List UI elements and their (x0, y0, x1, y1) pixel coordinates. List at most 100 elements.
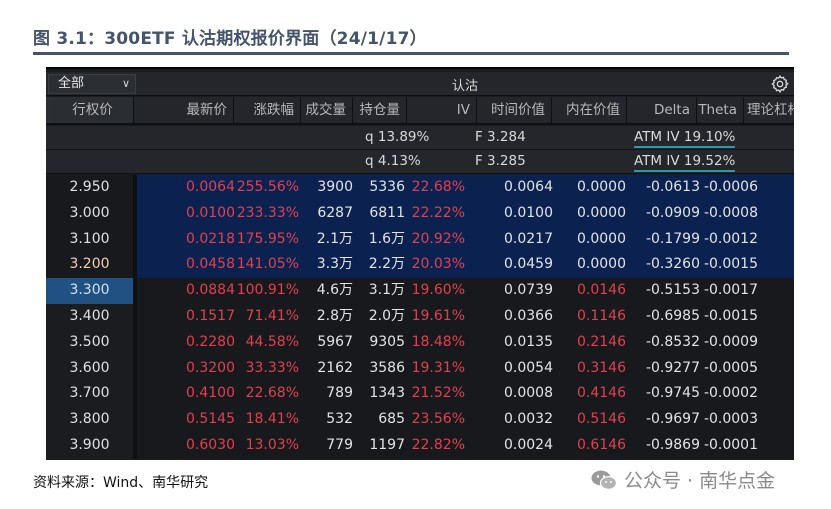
cell-delta: -0.8532 (645, 333, 700, 350)
header-time-value[interactable]: 时间价值 (477, 97, 552, 123)
strike-cell[interactable]: 3.600 (46, 355, 134, 382)
cell-change: 175.95% (236, 230, 299, 247)
cell-intrinsic: 0.2146 (577, 333, 626, 350)
header-volume[interactable]: 成交量 (301, 97, 353, 123)
header-iv[interactable]: IV (407, 97, 477, 123)
row-cells: 0.6030 13.03% 779 1197 22.82% 0.0024 0.6146 -0.… (137, 432, 794, 459)
cell-time-value: 0.0032 (504, 411, 553, 428)
cell-last: 0.3200 (186, 359, 235, 376)
cell-oi: 1197 (369, 436, 405, 453)
row-cells: 0.0458 141.05% 3.3万 2.2万 20.03% 0.0459 0.0000 -… (137, 252, 795, 279)
cell-iv: 22.68% (411, 179, 465, 195)
cell-delta: -0.9869 (645, 436, 700, 453)
header-theta[interactable]: Theta (697, 97, 744, 123)
filter-value: 全部 (58, 76, 85, 91)
cell-leverage: -29.88 (758, 201, 795, 227)
cell-time-value: 0.0024 (504, 436, 553, 453)
table-row[interactable]: 2.950 0.0064 255.56% 3900 5336 22.68% 0.0064 0.… (46, 175, 794, 201)
cell-time-value: 0.0064 (504, 179, 553, 195)
cell-time-value: 0.0054 (504, 359, 553, 376)
cell-volume: 3900 (317, 179, 353, 195)
cell-leverage: -27.11 (758, 227, 795, 253)
summary-atm-iv[interactable]: ATM IV 19.52% (634, 153, 736, 172)
cell-leverage: -9.53 (758, 356, 794, 382)
table-row[interactable]: 3.500 0.2280 44.58% 5967 9305 18.48% 0.0135 0.2… (46, 329, 794, 356)
cell-theta: -0.0012 (703, 230, 758, 247)
table-row[interactable]: 3.700 0.4100 22.68% 789 1343 21.52% 0.0008 0.41… (46, 381, 794, 408)
cell-time-value: 0.0008 (504, 385, 553, 402)
row-cells: 0.0100 233.33% 6287 6811 22.22% 0.0100 0.0000-… (137, 200, 795, 227)
cell-iv: 21.52% (411, 385, 465, 402)
cell-intrinsic: 0.6146 (577, 436, 626, 453)
summary-forward: F 3.285 (475, 153, 526, 169)
cell-iv: 20.03% (411, 256, 465, 273)
cell-leverage: -23.39 (758, 252, 795, 278)
summary-atm-iv[interactable]: ATM IV 19.10% (634, 129, 736, 148)
option-quote-panel: 全部 ∨ 认沽 行权价 最新价 涨跌幅 成交量 持仓量 IV 时间价值 内在价值… (46, 69, 794, 460)
strike-cell[interactable]: 2.950 (46, 175, 134, 201)
cell-volume: 2162 (317, 359, 353, 376)
strike-cell[interactable]: 3.400 (46, 303, 134, 330)
table-row[interactable]: 3.300 0.0884 100.91% 4.6万 3.1万 19.60% 0.0739 0.… (46, 278, 794, 304)
cell-oi: 3.1万 (368, 282, 405, 299)
cell-theta: -0.0002 (703, 385, 758, 402)
cell-leverage: -15.13 (758, 304, 795, 330)
strike-cell[interactable]: 3.200 (46, 252, 134, 279)
strike-cell[interactable]: 3.300 (46, 278, 134, 304)
cell-iv: 19.31% (411, 359, 465, 376)
cell-last: 0.0064 (186, 179, 235, 195)
header-open-interest[interactable]: 持仓量 (353, 97, 407, 123)
header-last[interactable]: 最新价 (134, 97, 234, 123)
figure-source: 资料来源：Wind、南华研究 (33, 475, 209, 491)
table-row[interactable]: 3.900 0.6030 13.03% 779 1197 22.82% 0.0024 0.61… (46, 432, 794, 459)
cell-oi: 2.2万 (368, 256, 405, 273)
table-row[interactable]: 3.000 0.0100 233.33% 6287 6811 22.22% 0.0100 0.… (46, 200, 795, 227)
cell-delta: -0.5153 (645, 282, 700, 299)
cell-change: 141.05% (236, 256, 299, 273)
cell-oi: 2.0万 (368, 307, 405, 324)
table-row[interactable]: 3.200 0.0458 141.05% 3.3万 2.2万 20.03% 0.0459 0.… (46, 252, 795, 279)
cell-oi: 9305 (369, 333, 405, 350)
table-row[interactable]: 3.100 0.0218 175.95% 2.1万 1.6万 20.92% 0.0217 0.… (46, 226, 795, 253)
table-row[interactable]: 3.600 0.3200 33.33% 2162 3586 19.31% 0.0054 0.3… (46, 355, 794, 382)
cell-volume: 6287 (317, 204, 353, 221)
header-delta[interactable]: Delta (627, 97, 697, 123)
strike-cell[interactable]: 3.500 (46, 329, 134, 356)
cell-iv: 22.22% (411, 204, 465, 221)
strike-cell[interactable]: 3.100 (46, 226, 134, 253)
cell-time-value: 0.0217 (504, 230, 553, 247)
gear-icon[interactable] (770, 74, 790, 94)
cell-volume: 3.3万 (316, 256, 353, 273)
strike-cell[interactable]: 3.900 (46, 432, 134, 459)
cell-theta: -0.0001 (703, 436, 758, 453)
header-strike[interactable]: 行权价 (52, 97, 134, 123)
header-leverage[interactable]: 理论杠杆 (744, 97, 794, 123)
cell-delta: -0.0613 (645, 179, 700, 195)
cell-change: 33.33% (245, 359, 299, 376)
cell-change: 71.41% (245, 307, 299, 324)
row-cells: 0.1517 71.41% 2.8万 2.0万 19.61% 0.0366 0.1146 -0… (137, 303, 795, 330)
table-row[interactable]: 3.800 0.5145 18.41% 532 685 23.56% 0.0032 0.514… (46, 407, 794, 433)
cell-intrinsic: 0.3146 (577, 359, 626, 376)
cell-change: 255.56% (236, 179, 299, 195)
cell-last: 0.0458 (186, 256, 235, 273)
cell-change: 18.41% (245, 411, 299, 428)
cell-last: 0.4100 (186, 385, 235, 402)
header-intrinsic-value[interactable]: 内在价值 (552, 97, 627, 123)
header-change[interactable]: 涨跌幅 (234, 97, 301, 123)
strike-cell[interactable]: 3.000 (46, 200, 134, 227)
strike-cell[interactable]: 3.700 (46, 381, 134, 408)
cell-theta: -0.0009 (703, 333, 758, 350)
filter-dropdown[interactable]: 全部 ∨ (48, 74, 136, 94)
cell-oi: 5336 (369, 179, 405, 195)
summary-q: q 4.13% (365, 153, 421, 169)
row-cells: 0.0218 175.95% 2.1万 1.6万 20.92% 0.0217 0.0000 -… (137, 226, 795, 253)
cell-iv: 22.82% (411, 436, 465, 453)
table-row[interactable]: 3.400 0.1517 71.41% 2.8万 2.0万 19.61% 0.0366 0.1… (46, 303, 795, 330)
cell-delta: -0.0909 (645, 204, 700, 221)
row-cells: 0.0064 255.56% 3900 5336 22.68% 0.0064 0.0000-… (137, 175, 794, 201)
strike-cell[interactable]: 3.800 (46, 407, 134, 433)
cell-volume: 779 (326, 436, 353, 453)
cell-leverage: -5.40 (758, 433, 794, 459)
cell-iv: 23.56% (411, 411, 465, 428)
